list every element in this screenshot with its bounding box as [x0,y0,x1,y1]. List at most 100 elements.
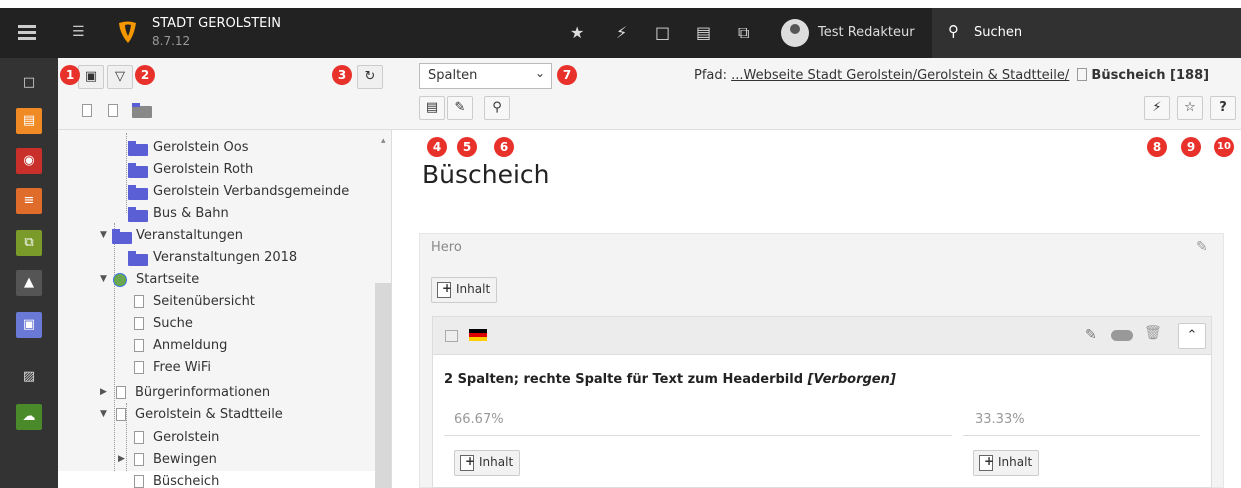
bookmark-button[interactable]: ☆ [1177,96,1203,120]
add-content-button[interactable]: Inhalt [973,450,1040,476]
edit-column-icon[interactable]: ✎ [1196,239,1208,255]
folder-icon [128,185,148,200]
tree-node[interactable]: Veranstaltungen 2018 [58,247,375,269]
caret-down-icon[interactable]: ▼ [100,409,107,419]
refresh-tree-button[interactable]: ↻ [357,65,383,89]
column-2-divider [963,435,1200,436]
search-area[interactable]: ⚲ Suchen [932,8,1241,58]
shortcut-type-icon[interactable] [108,104,118,117]
site-name[interactable]: STADT GEROLSTEIN [152,16,281,31]
page-tree-toggle-icon[interactable]: ☰ [72,24,85,40]
delete-trash-icon[interactable]: 🗑 [1144,325,1162,341]
tree-node-label: Gerolstein Roth [153,162,254,177]
annotation-badge: 5 [457,137,477,157]
folder-icon [128,207,148,222]
cloud-module-icon[interactable]: ☁ [16,404,42,430]
annotation-badge: 4 [427,137,447,157]
tree-node[interactable]: Bus & Bahn [58,203,375,225]
tree-node[interactable]: ▼ Startseite [58,269,375,291]
folder-icon [128,141,148,156]
tree-scrollbar[interactable] [375,283,391,488]
page-type-icon[interactable] [82,104,92,117]
annotation-badge: 1 [60,65,80,85]
add-content-icon [979,454,994,471]
add-content-button[interactable]: Inhalt [454,450,521,476]
top-bar: ☰ STADT GEROLSTEIN 8.7.12 ★ ⚡ □ ▤ ⧉ Test… [0,8,1241,58]
list-module-icon[interactable]: ▤ [16,108,42,134]
add-content-button[interactable]: Inhalt [431,277,498,303]
caret-down-icon[interactable]: ▼ [100,230,107,240]
shortcut-page-icon [116,386,126,399]
tree-node-active[interactable]: Büscheich [58,471,375,488]
page-icon [134,475,144,488]
tree-node[interactable]: ▼ Gerolstein & Stadtteile [58,404,375,426]
tree-node[interactable]: Anmeldung [58,335,375,357]
view-mode-select[interactable]: Spalten ⌄ [419,63,552,89]
tree-node-label: Gerolstein & Stadtteile [135,407,283,422]
tree-node[interactable]: Seitenübersicht [58,291,375,313]
edit-page-button[interactable]: ✎ [447,96,473,120]
tree-node-label: Anmeldung [153,338,228,353]
page-icon [116,408,126,421]
typo3-logo-icon[interactable] [114,18,142,46]
annotation-badge: 2 [135,65,155,85]
chevron-down-icon: ⌄ [534,66,545,80]
user-avatar-icon[interactable] [781,19,809,47]
view-mode-value: Spalten [428,68,478,83]
search-label: Suchen [974,25,1023,40]
hamburger-menu-icon[interactable] [18,25,36,40]
caret-right-icon[interactable]: ▶ [118,454,125,464]
tree-node-label: Bewingen [153,452,217,467]
new-page-button[interactable]: ▣ [78,65,104,89]
tree-node-label: Gerolstein Verbandsgemeinde [153,184,350,199]
tree-node[interactable]: ▼ Veranstaltungen [58,225,375,247]
help-button[interactable]: ? [1210,96,1236,120]
add-content-label: Inhalt [456,282,491,296]
flash-cache-icon[interactable]: ⚡ [616,23,627,42]
filelist-module-icon[interactable]: ▨ [16,364,42,390]
folder-icon [112,229,132,244]
tree-node[interactable]: ▶ Bewingen [58,449,375,471]
annotation-badge: 3 [332,65,352,85]
page-icon [1077,68,1088,81]
bookmarks-star-icon[interactable]: ★ [570,23,584,42]
content-element-title: 2 Spalten; rechte Spalte für Text zum He… [444,372,896,387]
edit-pencil-icon[interactable]: ✎ [1085,327,1097,343]
page-module-icon[interactable]: □ [16,70,42,96]
caret-down-icon[interactable]: ▼ [100,274,107,284]
filter-button[interactable]: ▽ [107,65,133,89]
scroll-up-icon[interactable]: ▴ [381,136,386,146]
records-module-icon[interactable]: ≡ [16,188,42,214]
tree-node[interactable]: Gerolstein [58,427,375,449]
caret-right-icon[interactable]: ▶ [100,387,107,397]
tree-node[interactable]: Free WiFi [58,357,375,379]
clear-cache-button[interactable]: ⚡ [1144,96,1170,120]
new-page-icon[interactable]: □ [655,23,670,42]
search-button[interactable]: ⚲ [484,96,510,120]
tree-node[interactable]: ▶ Bürgerinformationen [58,382,375,404]
collapse-button[interactable]: ⌃ [1178,323,1206,349]
tree-node-label: Free WiFi [153,360,212,375]
page-icon [134,295,144,308]
form-module-icon[interactable]: ▣ [16,312,42,338]
tree-node-label: Büscheich [153,474,220,488]
tree-node-label: Bus & Bahn [153,206,229,221]
user-name[interactable]: Test Redakteur [818,25,915,40]
toggle-visibility-icon[interactable] [1111,330,1133,341]
tree-node[interactable]: Gerolstein Verbandsgemeinde [58,181,375,203]
german-flag-icon [469,329,487,341]
folder-type-icon[interactable] [132,103,152,118]
tree-node[interactable]: Gerolstein Roth [58,159,375,181]
workspaces-module-icon[interactable]: ⧉ [16,230,42,256]
path-link[interactable]: ...Webseite Stadt Gerolstein/Gerolstein … [731,68,1069,83]
tree-node[interactable]: Gerolstein Oos [58,137,375,159]
view-page-button[interactable]: ▤ [419,96,445,120]
add-content-icon [460,454,475,471]
system-info-icon[interactable]: ▤ [696,23,711,42]
page-icon [134,317,144,330]
view-module-icon[interactable]: ◉ [16,148,42,174]
tree-node-label: Veranstaltungen 2018 [153,250,298,265]
workspace-copy-icon[interactable]: ⧉ [738,23,749,43]
tree-node[interactable]: Suche [58,313,375,335]
recycler-module-icon[interactable]: ▲ [16,270,42,296]
